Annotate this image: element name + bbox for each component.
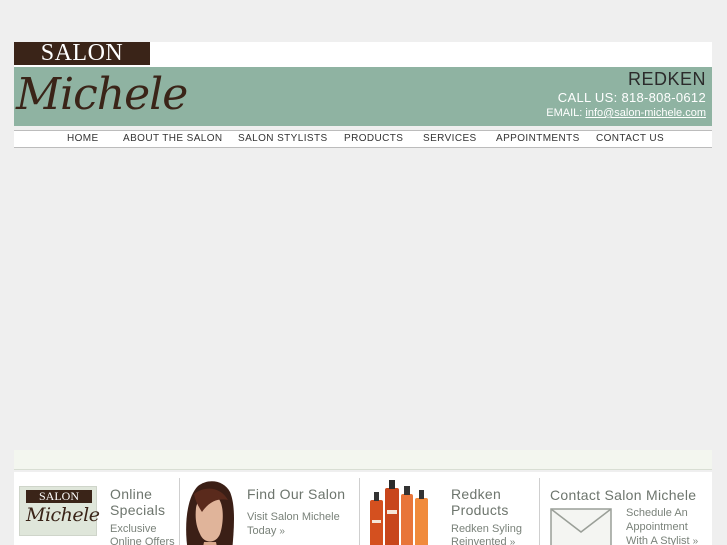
contact-text-1: Schedule An (626, 507, 688, 519)
online-specials-text-2: Online Offers (110, 536, 175, 545)
online-specials-title-1[interactable]: Online (110, 486, 152, 502)
phone-line: CALL US: 818-808-0612 (546, 89, 706, 106)
nav-home[interactable]: HOME (67, 131, 99, 147)
email-link[interactable]: info@salon-michele.com (585, 107, 706, 119)
header-banner: Michele REDKEN CALL US: 818-808-0612 EMA… (14, 67, 712, 126)
online-specials-text-1: Exclusive (110, 523, 157, 535)
email-line: EMAIL: info@salon-michele.com (546, 106, 706, 121)
arrow-right-icon: » (692, 536, 699, 545)
main-content (14, 152, 712, 450)
logo[interactable]: SALON (14, 40, 150, 66)
mini-logo[interactable]: SALON Michele (19, 486, 100, 536)
contact-stylist: With A Stylist (626, 535, 690, 545)
arrow-right-icon: » (279, 526, 285, 537)
find-salon-today: Today (247, 525, 277, 537)
redken-text-2[interactable]: Reinvented » (451, 536, 515, 545)
redken-text-1: Redken Syling (451, 523, 522, 535)
logo-script-text[interactable]: Michele (16, 69, 188, 121)
site-header: SALON Michele REDKEN CALL US: 818-808-06… (14, 40, 712, 126)
redken-reinvented: Reinvented (451, 536, 507, 545)
nav-services[interactable]: SERVICES (423, 131, 477, 147)
footer-divider (539, 478, 540, 545)
nav-stylists[interactable]: SALON STYLISTS (238, 131, 328, 147)
online-specials-title-2[interactable]: Specials (110, 502, 165, 518)
redken-title-1[interactable]: Redken (451, 486, 501, 502)
nav-contact[interactable]: CONTACT US (596, 131, 664, 147)
main-nav: HOME ABOUT THE SALON SALON STYLISTS PROD… (14, 130, 712, 148)
envelope-icon[interactable] (550, 508, 612, 545)
nav-about[interactable]: ABOUT THE SALON (123, 131, 223, 147)
nav-appointments[interactable]: APPOINTMENTS (496, 131, 580, 147)
footer-divider (359, 478, 360, 545)
arrow-right-icon: » (509, 537, 516, 545)
call-label: CALL US: (557, 90, 618, 105)
page: SALON Michele REDKEN CALL US: 818-808-06… (14, 40, 712, 545)
brand-logo: REDKEN (627, 69, 706, 89)
contact-text-3[interactable]: With A Stylist » (626, 535, 698, 545)
promo-footer: SALON Michele Online Specials Exclusive … (14, 472, 712, 545)
redken-title-2[interactable]: Products (451, 502, 509, 518)
find-salon-text-2[interactable]: Today » (247, 525, 285, 538)
footer-strip (14, 450, 712, 470)
model-photo[interactable] (180, 478, 236, 545)
email-label: EMAIL: (546, 107, 583, 119)
contact-block: REDKEN CALL US: 818-808-0612 EMAIL: info… (546, 69, 706, 121)
contact-text-2: Appointment (626, 521, 688, 533)
contact-title[interactable]: Contact Salon Michele (550, 487, 696, 503)
mini-logo-salon: SALON (26, 490, 92, 503)
phone-number: 818-808-0612 (621, 90, 706, 105)
logo-salon-text: SALON (40, 40, 124, 66)
find-salon-text-1: Visit Salon Michele (247, 511, 340, 523)
find-salon-title[interactable]: Find Our Salon (247, 486, 345, 502)
redken-products-photo[interactable] (366, 480, 432, 545)
nav-products[interactable]: PRODUCTS (344, 131, 403, 147)
mini-logo-script: Michele (26, 504, 100, 526)
